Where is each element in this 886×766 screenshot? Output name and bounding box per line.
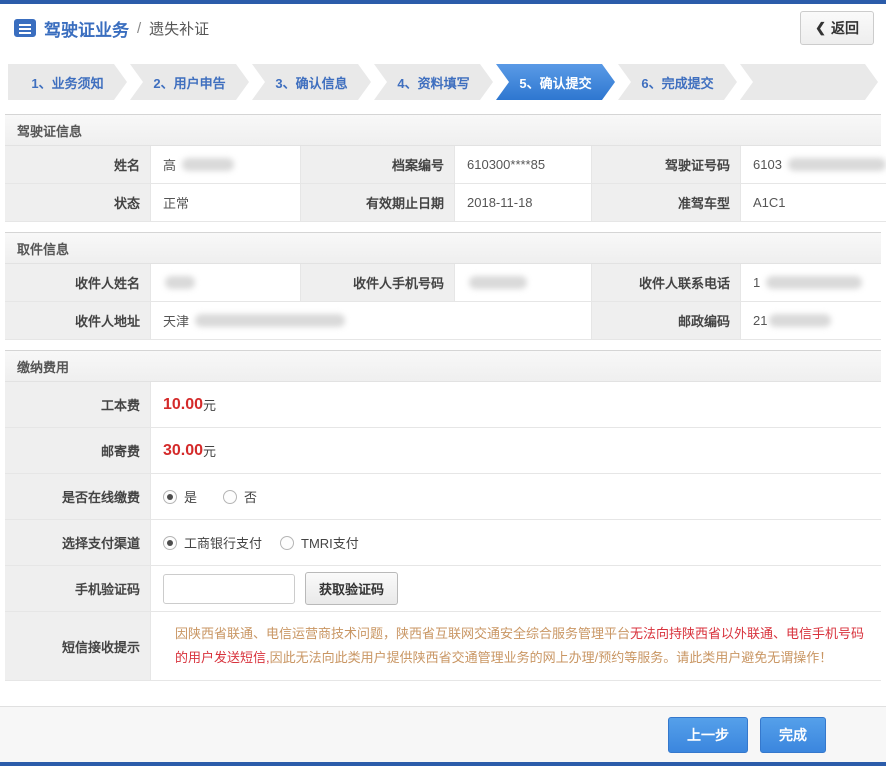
radio-option-icbc-label: 工商银行支付 <box>184 533 262 552</box>
step-4-label: 4、资料填写 <box>397 73 469 92</box>
step-5-confirm-submit-active[interactable]: 5、确认提交 <box>496 64 615 100</box>
step-3-confirm-info[interactable]: 3、确认信息 <box>252 64 371 100</box>
postage-fee-amount: 30.00 <box>163 442 203 460</box>
radio-option-yes-label: 是 <box>184 487 197 506</box>
status-value: 正常 <box>151 184 301 222</box>
step-6-label: 6、完成提交 <box>641 73 713 92</box>
previous-step-button[interactable]: 上一步 <box>668 717 748 753</box>
captcha-input[interactable] <box>163 574 295 604</box>
section-fees: 缴纳费用 工本费 10.00元 邮寄费 30.00元 是否在线缴费 是 否 选择… <box>5 350 881 681</box>
back-chevron-icon: ❮ <box>815 20 826 36</box>
expiry-value: 2018-11-18 <box>455 184 592 222</box>
pay-channel-label: 选择支付渠道 <box>5 520 151 566</box>
radio-option-tmri-label: TMRI支付 <box>301 533 359 552</box>
radio-unchecked-icon[interactable] <box>280 536 294 550</box>
step-6-complete[interactable]: 6、完成提交 <box>618 64 737 100</box>
license-section-title: 驾驶证信息 <box>5 114 881 146</box>
sms-notice-part1: 因陕西省联通、电信运营商技术问题，陕西省互联网交通安全综合服务管理平台 <box>175 626 630 641</box>
redacted-blur <box>766 276 862 289</box>
bottom-accent-strip <box>0 762 886 766</box>
step-bar-filler <box>740 64 878 100</box>
step-4-fill-data[interactable]: 4、资料填写 <box>374 64 493 100</box>
recipient-mobile-label: 收件人手机号码 <box>301 264 455 302</box>
step-bar: 1、业务须知 2、用户申告 3、确认信息 4、资料填写 5、确认提交 6、完成提… <box>8 64 878 100</box>
list-icon <box>14 19 36 37</box>
production-fee-label: 工本费 <box>5 382 151 428</box>
radio-option-icbc[interactable]: 工商银行支付 <box>163 533 262 552</box>
redacted-blur <box>469 276 527 289</box>
license-no-value: 6103 <box>741 146 886 184</box>
radio-option-no-label: 否 <box>244 487 257 506</box>
breadcrumb-separator: / <box>137 20 141 37</box>
address-label: 收件人地址 <box>5 302 151 340</box>
radio-option-no[interactable]: 否 <box>223 487 257 506</box>
vehicle-class-value: A1C1 <box>741 184 886 222</box>
recipient-name-label: 收件人姓名 <box>5 264 151 302</box>
captcha-row: 获取验证码 <box>151 566 881 612</box>
redacted-blur <box>769 314 831 327</box>
fees-table: 工本费 10.00元 邮寄费 30.00元 是否在线缴费 是 否 选择支付渠道 … <box>5 382 881 681</box>
archive-no-value: 610300****85 <box>455 146 592 184</box>
step-2-declare[interactable]: 2、用户申告 <box>130 64 249 100</box>
production-fee-value: 10.00元 <box>151 382 881 428</box>
radio-option-tmri[interactable]: TMRI支付 <box>280 533 359 552</box>
redacted-blur <box>195 314 345 327</box>
pickup-section-title: 取件信息 <box>5 232 881 264</box>
title-wrap: 驾驶证业务 / 遗失补证 <box>14 16 209 41</box>
get-captcha-button[interactable]: 获取验证码 <box>305 572 398 605</box>
license-no-label: 驾驶证号码 <box>592 146 741 184</box>
recipient-name-value <box>151 264 301 302</box>
step-1-label: 1、业务须知 <box>31 73 103 92</box>
expiry-label: 有效期止日期 <box>301 184 455 222</box>
status-label: 状态 <box>5 184 151 222</box>
recipient-phone-label: 收件人联系电话 <box>592 264 741 302</box>
vehicle-class-label: 准驾车型 <box>592 184 741 222</box>
back-button-label: 返回 <box>831 18 859 38</box>
production-fee-unit: 元 <box>203 395 216 414</box>
online-pay-options: 是 否 <box>151 474 881 520</box>
postage-fee-label: 邮寄费 <box>5 428 151 474</box>
captcha-label: 手机验证码 <box>5 566 151 612</box>
radio-checked-icon[interactable] <box>163 490 177 504</box>
step-5-label: 5、确认提交 <box>519 73 591 92</box>
page-header: 驾驶证业务 / 遗失补证 ❮ 返回 <box>0 4 886 52</box>
sms-notice-text: 因陕西省联通、电信运营商技术问题，陕西省互联网交通安全综合服务管理平台无法向持陕… <box>151 612 881 681</box>
pickup-table: 收件人姓名 收件人手机号码 收件人联系电话 1 收件人地址 天津 邮政编码 21 <box>5 264 881 340</box>
radio-option-yes[interactable]: 是 <box>163 487 197 506</box>
redacted-blur <box>165 276 195 289</box>
radio-checked-icon[interactable] <box>163 536 177 550</box>
footer-action-bar: 上一步 完成 <box>0 706 886 762</box>
step-1-notice[interactable]: 1、业务须知 <box>8 64 127 100</box>
redacted-blur <box>788 158 886 171</box>
recipient-mobile-value <box>455 264 592 302</box>
postage-fee-unit: 元 <box>203 441 216 460</box>
online-pay-label: 是否在线缴费 <box>5 474 151 520</box>
back-button[interactable]: ❮ 返回 <box>800 11 874 45</box>
postage-fee-value: 30.00元 <box>151 428 881 474</box>
page-title: 驾驶证业务 <box>44 16 129 41</box>
postcode-label: 邮政编码 <box>592 302 741 340</box>
postcode-value: 21 <box>741 302 881 340</box>
main-content: 驾驶证信息 姓名 高 档案编号 610300****85 驾驶证号码 6103 … <box>0 100 886 681</box>
breadcrumb-current: 遗失补证 <box>149 18 209 39</box>
address-value: 天津 <box>151 302 592 340</box>
section-license-info: 驾驶证信息 姓名 高 档案编号 610300****85 驾驶证号码 6103 … <box>5 114 881 222</box>
archive-no-label: 档案编号 <box>301 146 455 184</box>
section-pickup-info: 取件信息 收件人姓名 收件人手机号码 收件人联系电话 1 收件人地址 天津 邮政… <box>5 232 881 340</box>
recipient-phone-value: 1 <box>741 264 881 302</box>
step-3-label: 3、确认信息 <box>275 73 347 92</box>
pay-channel-options: 工商银行支付 TMRI支付 <box>151 520 881 566</box>
production-fee-amount: 10.00 <box>163 396 203 414</box>
name-value: 高 <box>151 146 301 184</box>
step-2-label: 2、用户申告 <box>153 73 225 92</box>
redacted-blur <box>182 158 234 171</box>
name-label: 姓名 <box>5 146 151 184</box>
license-table: 姓名 高 档案编号 610300****85 驾驶证号码 6103 状态 正常 … <box>5 146 881 222</box>
radio-unchecked-icon[interactable] <box>223 490 237 504</box>
sms-notice-part3: 因此无法向此类用户提供陕西省交通管理业务的网上办理/预约等服务。请此类用户避免无… <box>270 650 833 665</box>
sms-notice-label: 短信接收提示 <box>5 612 151 681</box>
fees-section-title: 缴纳费用 <box>5 350 881 382</box>
finish-button[interactable]: 完成 <box>760 717 826 753</box>
